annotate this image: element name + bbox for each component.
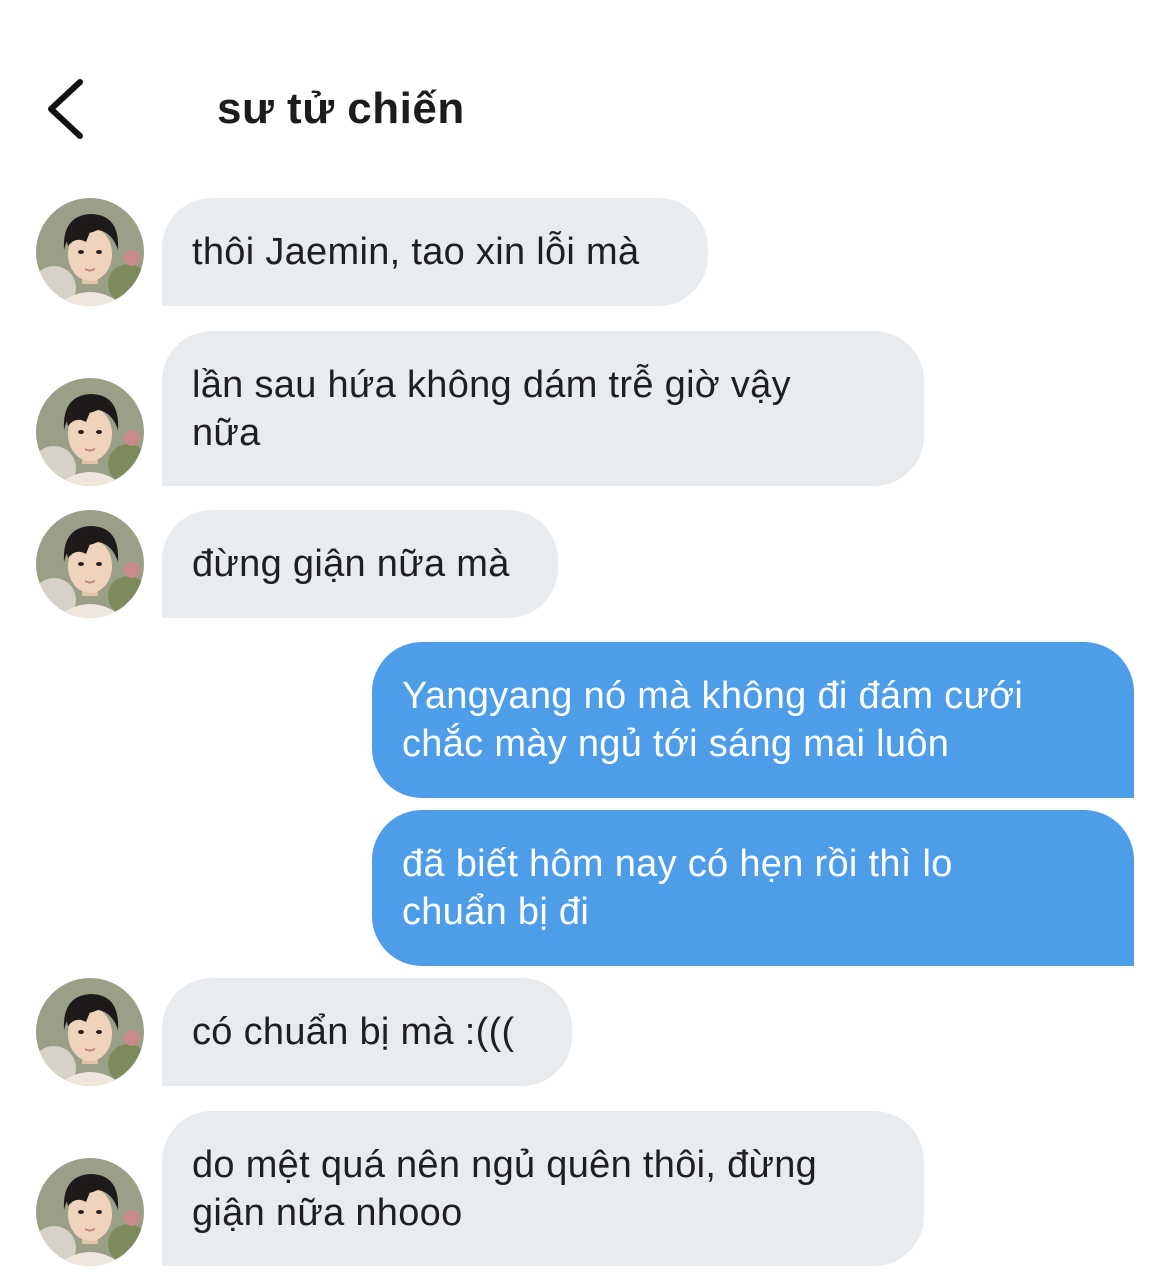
avatar-image bbox=[36, 978, 144, 1086]
message-text: Yangyang nó mà không đi đám cưới chắc mà… bbox=[402, 675, 1024, 765]
message-text: đừng giận nữa mà bbox=[192, 543, 510, 585]
chat-title: sư tử chiến bbox=[217, 84, 465, 133]
message-bubble-incoming[interactable]: do mệt quá nên ngủ quên thôi, đừng giận … bbox=[162, 1111, 924, 1266]
message-bubble-incoming[interactable]: đừng giận nữa mà bbox=[162, 510, 558, 618]
avatar-image bbox=[36, 510, 144, 618]
message-text: có chuẩn bị mà :((( bbox=[192, 1011, 515, 1053]
message-text: lần sau hứa không dám trễ giờ vậy nữa bbox=[192, 363, 791, 454]
message-bubble-outgoing[interactable]: Yangyang nó mà không đi đám cưới chắc mà… bbox=[372, 642, 1134, 798]
chat-header: sư tử chiến bbox=[0, 0, 1169, 190]
contact-avatar[interactable] bbox=[36, 378, 144, 486]
contact-avatar[interactable] bbox=[36, 1158, 144, 1266]
contact-avatar[interactable] bbox=[36, 978, 144, 1086]
avatar-image bbox=[36, 198, 144, 306]
avatar-image bbox=[36, 378, 144, 486]
message-bubble-outgoing[interactable]: đã biết hôm nay có hẹn rồi thì lo chuẩn … bbox=[372, 810, 1134, 966]
message-text: đã biết hôm nay có hẹn rồi thì lo chuẩn … bbox=[402, 843, 953, 933]
message-text: do mệt quá nên ngủ quên thôi, đừng giận … bbox=[192, 1143, 818, 1234]
message-bubble-incoming[interactable]: có chuẩn bị mà :((( bbox=[162, 978, 572, 1086]
message-bubble-incoming[interactable]: thôi Jaemin, tao xin lỗi mà bbox=[162, 198, 708, 306]
back-button[interactable] bbox=[40, 78, 100, 140]
avatar-image bbox=[36, 1158, 144, 1266]
contact-avatar[interactable] bbox=[36, 510, 144, 618]
message-bubble-incoming[interactable]: lần sau hứa không dám trễ giờ vậy nữa bbox=[162, 331, 924, 486]
chevron-left-icon bbox=[48, 79, 83, 139]
message-text: thôi Jaemin, tao xin lỗi mà bbox=[192, 231, 640, 273]
contact-avatar[interactable] bbox=[36, 198, 144, 306]
